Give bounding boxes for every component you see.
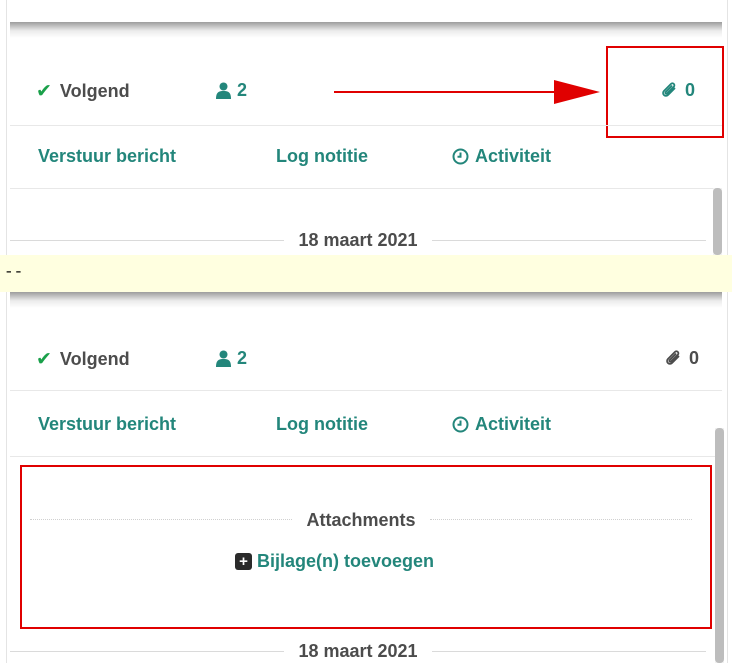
follow-label: Volgend bbox=[59, 81, 130, 101]
panel-left-border bbox=[0, 292, 7, 663]
separator bbox=[10, 125, 722, 126]
check-icon: ✔ bbox=[36, 81, 52, 102]
separator bbox=[10, 188, 722, 189]
user-icon bbox=[216, 82, 231, 99]
followers-count: 2 bbox=[237, 348, 248, 368]
comparison-divider: -- bbox=[0, 255, 732, 292]
paperclip-icon bbox=[666, 349, 682, 368]
followers-button[interactable]: 2 bbox=[216, 80, 247, 101]
panel-right-border bbox=[727, 292, 732, 663]
highlight-box-attachments-section bbox=[20, 465, 712, 629]
followers-button[interactable]: 2 bbox=[216, 348, 247, 369]
separator bbox=[10, 456, 722, 457]
user-icon bbox=[216, 350, 231, 367]
activity-button[interactable]: Activiteit bbox=[452, 146, 551, 167]
clock-icon bbox=[452, 148, 469, 165]
scrollbar-thumb[interactable] bbox=[715, 428, 724, 663]
plus-square-icon: + bbox=[235, 553, 252, 570]
clock-icon bbox=[452, 416, 469, 433]
date-label: 18 maart 2021 bbox=[298, 229, 418, 250]
follow-status[interactable]: ✔ Volgend bbox=[36, 80, 130, 103]
arrow-annotation bbox=[334, 80, 600, 104]
separator bbox=[10, 390, 722, 391]
send-message-button[interactable]: Verstuur bericht bbox=[38, 146, 176, 167]
activity-label: Activiteit bbox=[475, 146, 552, 166]
log-note-button[interactable]: Log notitie bbox=[276, 414, 368, 435]
attachments-count: 0 bbox=[685, 80, 696, 100]
followers-count: 2 bbox=[237, 80, 248, 100]
date-separator: 18 maart 2021 bbox=[10, 639, 706, 663]
attachments-title: Attachments bbox=[306, 509, 416, 530]
panel-right-border bbox=[727, 0, 732, 255]
log-note-button[interactable]: Log notitie bbox=[276, 146, 368, 167]
chatter-panel-before: ✔ Volgend 2 0 Verstuur bericht Log notit… bbox=[0, 0, 732, 255]
date-label: 18 maart 2021 bbox=[298, 640, 418, 661]
top-shadow bbox=[10, 22, 722, 38]
paperclip-icon bbox=[662, 81, 678, 100]
attachments-button[interactable]: 0 bbox=[662, 80, 695, 101]
attachments-button[interactable]: 0 bbox=[666, 348, 699, 369]
add-attachment-button[interactable]: + Bijlage(n) toevoegen bbox=[235, 551, 434, 572]
panel-left-border bbox=[0, 0, 7, 255]
activity-button[interactable]: Activiteit bbox=[452, 414, 551, 435]
follow-label: Volgend bbox=[59, 349, 130, 369]
date-separator: 18 maart 2021 bbox=[10, 228, 706, 252]
scrollbar-thumb[interactable] bbox=[713, 188, 722, 255]
add-attachment-label: Bijlage(n) toevoegen bbox=[257, 551, 435, 571]
attachments-count: 0 bbox=[689, 348, 700, 368]
send-message-button[interactable]: Verstuur bericht bbox=[38, 414, 176, 435]
attachments-header: Attachments bbox=[30, 508, 692, 532]
activity-label: Activiteit bbox=[475, 414, 552, 434]
top-shadow bbox=[10, 292, 722, 308]
check-icon: ✔ bbox=[36, 349, 52, 370]
follow-status[interactable]: ✔ Volgend bbox=[36, 348, 130, 371]
chatter-panel-after: ✔ Volgend 2 0 Verstuur bericht Log notit… bbox=[0, 292, 732, 663]
